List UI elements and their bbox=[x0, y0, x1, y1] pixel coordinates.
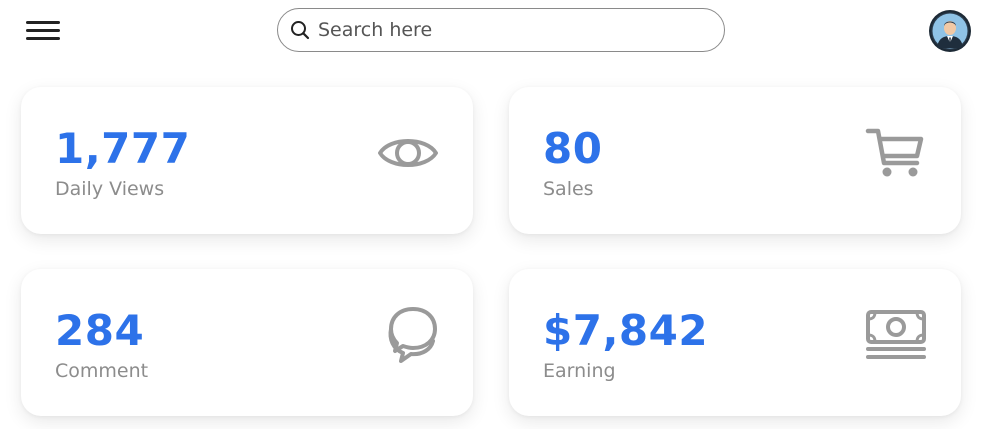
chat-icon bbox=[379, 305, 441, 367]
search-bar[interactable] bbox=[277, 8, 725, 52]
eye-icon bbox=[376, 121, 440, 185]
stat-label: Earning bbox=[543, 360, 616, 382]
hamburger-icon-line bbox=[26, 21, 60, 24]
stat-value: 80 bbox=[543, 124, 603, 173]
top-bar bbox=[0, 0, 984, 62]
hamburger-icon-line bbox=[26, 29, 60, 32]
stat-value: $7,842 bbox=[543, 306, 709, 355]
cash-icon bbox=[865, 309, 927, 361]
stat-card-comment[interactable]: 284 Comment bbox=[21, 269, 473, 416]
search-icon bbox=[290, 20, 310, 40]
stat-label: Comment bbox=[55, 360, 149, 382]
stat-card-sales[interactable]: 80 Sales bbox=[509, 87, 961, 234]
stat-value: 284 bbox=[55, 306, 145, 355]
stat-label: Daily Views bbox=[55, 178, 165, 200]
search-input[interactable] bbox=[318, 19, 698, 41]
stat-card-daily-views[interactable]: 1,777 Daily Views bbox=[21, 87, 473, 234]
menu-toggle-button[interactable] bbox=[26, 19, 60, 43]
cart-icon bbox=[865, 125, 925, 181]
hamburger-icon-line bbox=[26, 37, 60, 40]
stat-label: Sales bbox=[543, 178, 594, 200]
stat-value: 1,777 bbox=[55, 124, 191, 173]
stat-card-earning[interactable]: $7,842 Earning bbox=[509, 269, 961, 416]
user-avatar[interactable] bbox=[929, 10, 971, 52]
